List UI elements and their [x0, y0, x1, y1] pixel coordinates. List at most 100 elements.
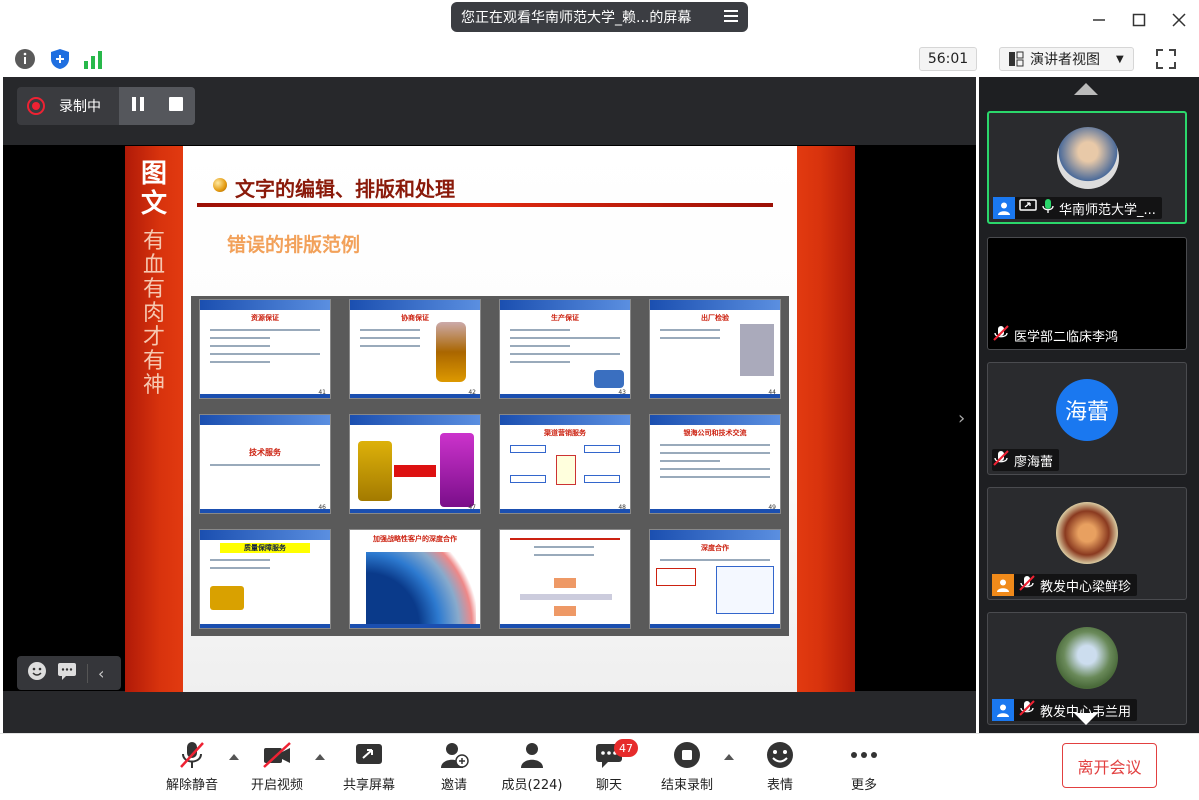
emoji-icon — [765, 740, 795, 770]
minimize-icon[interactable] — [1079, 0, 1119, 40]
bottom-control-bar: 解除静音 开启视频 共享屏幕 邀请 成员(224) 聊天 结束录制 表情 更多 — [0, 733, 1199, 800]
slide-thumbnail: 资源保证 41 — [199, 299, 331, 399]
chat-label: 聊天 — [595, 778, 622, 793]
thumbnail-title: 生产保证 — [551, 314, 579, 322]
mic-muted-icon — [992, 449, 1010, 471]
participant-name-plate: 医学部二临床李鸿 — [992, 324, 1125, 346]
chevron-right-icon[interactable]: › — [958, 408, 965, 429]
slide-thumbnail: 技术服务 46 — [199, 414, 331, 514]
emoji-icon[interactable] — [27, 661, 47, 685]
window-controls — [1079, 0, 1199, 40]
slide-thumbnail: 出厂检验 44 — [649, 299, 781, 399]
side-char: 有 — [142, 349, 165, 374]
presentation-slide: 图 文 有 血 有 肉 才 有 神 文字的编辑、排版和处理 错误的排版范例 资源… — [125, 146, 855, 692]
slide-thumbnail: 深度合作 — [649, 529, 781, 629]
record-icon — [27, 97, 45, 115]
share-screen-label: 共享屏幕 — [342, 778, 395, 793]
video-options-caret[interactable] — [315, 754, 325, 760]
share-screen-button[interactable]: 共享屏幕 — [329, 740, 409, 796]
side-char: 神 — [142, 373, 165, 398]
slide-right-band — [797, 146, 855, 692]
participant-tile[interactable]: 医学部二临床李鸿 — [987, 237, 1187, 350]
host-icon — [992, 699, 1014, 721]
record-options-caret[interactable] — [724, 754, 734, 760]
recording-controls — [119, 87, 195, 125]
participant-name-plate: 华南师范大学_... — [993, 197, 1162, 219]
more-label: 更多 — [850, 778, 877, 793]
end-recording-button[interactable]: 结束录制 — [647, 740, 727, 796]
avatar — [1057, 127, 1119, 189]
avatar — [1056, 627, 1118, 689]
members-label: 成员(224) — [501, 778, 563, 793]
slide-thumbnail: 47 — [349, 414, 481, 514]
maximize-icon[interactable] — [1119, 0, 1159, 40]
chevron-down-icon: ▼ — [1116, 53, 1124, 65]
unmute-label: 解除静音 — [165, 778, 218, 793]
pause-icon[interactable] — [130, 96, 146, 116]
participant-tile[interactable]: 教发中心韦兰用 — [987, 612, 1187, 725]
members-button[interactable]: 成员(224) — [492, 740, 572, 796]
chat-unread-badge: 47 — [614, 739, 638, 757]
slide-subtitle: 错误的排版范例 — [227, 234, 361, 256]
view-mode-button[interactable]: 演讲者视图 ▼ — [999, 47, 1134, 71]
slide-thumbnail: 质量保障服务 — [199, 529, 331, 629]
close-icon[interactable] — [1159, 0, 1199, 40]
reaction-bar: ‹ — [17, 656, 121, 690]
slide-thumbnail: 加强战略性客户的深度合作 — [349, 529, 481, 629]
unmute-button[interactable]: 解除静音 — [152, 740, 232, 796]
side-char: 肉 — [142, 301, 165, 326]
mic-on-icon — [1041, 198, 1055, 218]
members-icon — [517, 740, 547, 770]
leave-meeting-button[interactable]: 离开会议 — [1062, 743, 1157, 788]
chevron-up-icon[interactable] — [1074, 83, 1098, 95]
more-button[interactable]: 更多 — [824, 740, 904, 796]
participant-name: 廖海蕾 — [1014, 454, 1054, 470]
end-recording-label: 结束录制 — [660, 778, 713, 793]
participant-tile[interactable]: 海蕾 廖海蕾 — [987, 362, 1187, 475]
side-char: 有 — [142, 229, 165, 254]
thumbnail-title: 深度合作 — [701, 544, 729, 552]
chevron-left-icon[interactable]: ‹ — [87, 663, 104, 683]
bullet-icon — [213, 178, 227, 192]
invite-button[interactable]: 邀请 — [414, 740, 494, 796]
participant-name: 教发中心梁鲜珍 — [1040, 579, 1132, 595]
fullscreen-icon[interactable] — [1155, 48, 1177, 70]
stop-icon[interactable] — [168, 96, 184, 116]
participant-name: 华南师范大学_... — [1059, 202, 1156, 218]
mic-muted-icon — [992, 324, 1010, 346]
participant-name: 医学部二临床李鸿 — [1014, 329, 1119, 345]
info-icon[interactable] — [14, 48, 36, 70]
thumbnail-title: 质量保障服务 — [220, 543, 310, 553]
participant-tile[interactable]: 教发中心梁鲜珍 — [987, 487, 1187, 600]
participant-name-plate: 教发中心梁鲜珍 — [992, 574, 1138, 596]
thumbnail-title: 出厂检验 — [701, 314, 729, 322]
slide-left-band: 图 文 有 血 有 肉 才 有 神 — [125, 146, 183, 692]
slide-body: 文字的编辑、排版和处理 错误的排版范例 资源保证 41 协商保证 42 生产保证… — [183, 146, 797, 692]
thumbnail-title: 资源保证 — [251, 314, 279, 322]
avatar: 海蕾 — [1056, 379, 1118, 441]
title-underline — [197, 203, 773, 207]
share-screen-icon — [354, 740, 384, 770]
start-video-button[interactable]: 开启视频 — [237, 740, 317, 796]
recording-label: 录制中 — [59, 99, 101, 115]
menu-icon[interactable] — [724, 10, 738, 22]
thumbnail-title: 银海公司和技术交流 — [683, 429, 747, 437]
slide-thumbnail: 渠道营销服务 48 — [499, 414, 631, 514]
side-char: 图 — [140, 159, 167, 189]
reactions-button[interactable]: 表情 — [740, 740, 820, 796]
screen-share-title[interactable]: 您正在观看华南师范大学_赖...的屏幕 — [451, 2, 748, 32]
participant-tile[interactable]: 华南师范大学_... — [987, 111, 1187, 224]
shield-icon[interactable] — [49, 48, 71, 70]
chevron-down-icon[interactable] — [1074, 713, 1098, 725]
video-off-icon — [262, 740, 292, 770]
slide-thumbnail: 协商保证 42 — [349, 299, 481, 399]
slide-thumbnail: 生产保证 43 — [499, 299, 631, 399]
chat-bubble-icon[interactable] — [57, 661, 77, 685]
signal-icon[interactable] — [82, 48, 104, 70]
attendee-icon — [992, 574, 1014, 596]
reactions-label: 表情 — [766, 778, 793, 793]
recording-indicator: 录制中 — [17, 87, 195, 125]
side-char: 才 — [142, 325, 165, 350]
more-icon — [849, 740, 879, 770]
participant-name-plate: 教发中心韦兰用 — [992, 699, 1138, 721]
